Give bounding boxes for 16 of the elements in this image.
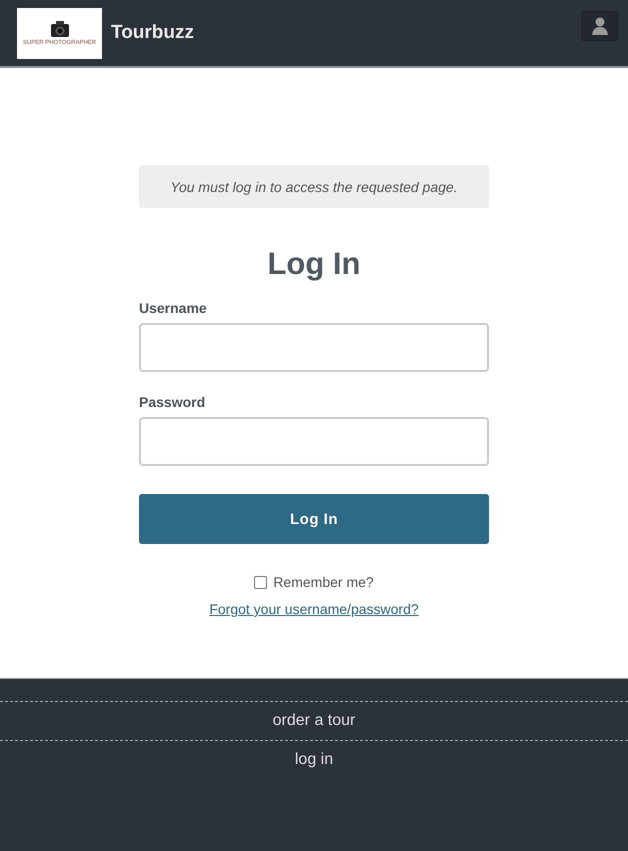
- field-label: Username: [139, 300, 208, 316]
- forgot-link[interactable]: Forgot your username/password?: [209, 601, 419, 617]
- user-button[interactable]: [581, 11, 618, 41]
- page-title: Log In: [266, 246, 362, 282]
- notice-message: You must log in to access the requested page.: [139, 165, 489, 208]
- checkbox-label: Remember me?: [273, 574, 374, 590]
- login-button[interactable]: Log In: [139, 494, 489, 544]
- footer-link[interactable]: log in: [0, 740, 628, 779]
- input-field[interactable]: [139, 323, 489, 372]
- input-field[interactable]: [139, 417, 489, 466]
- footer-link[interactable]: order a tour: [0, 701, 628, 740]
- user-icon: [592, 17, 608, 35]
- site-name: Tourbuzz: [111, 22, 196, 44]
- checkbox[interactable]: [254, 576, 268, 588]
- camera-icon: [50, 20, 70, 38]
- field-label: Password: [139, 394, 206, 410]
